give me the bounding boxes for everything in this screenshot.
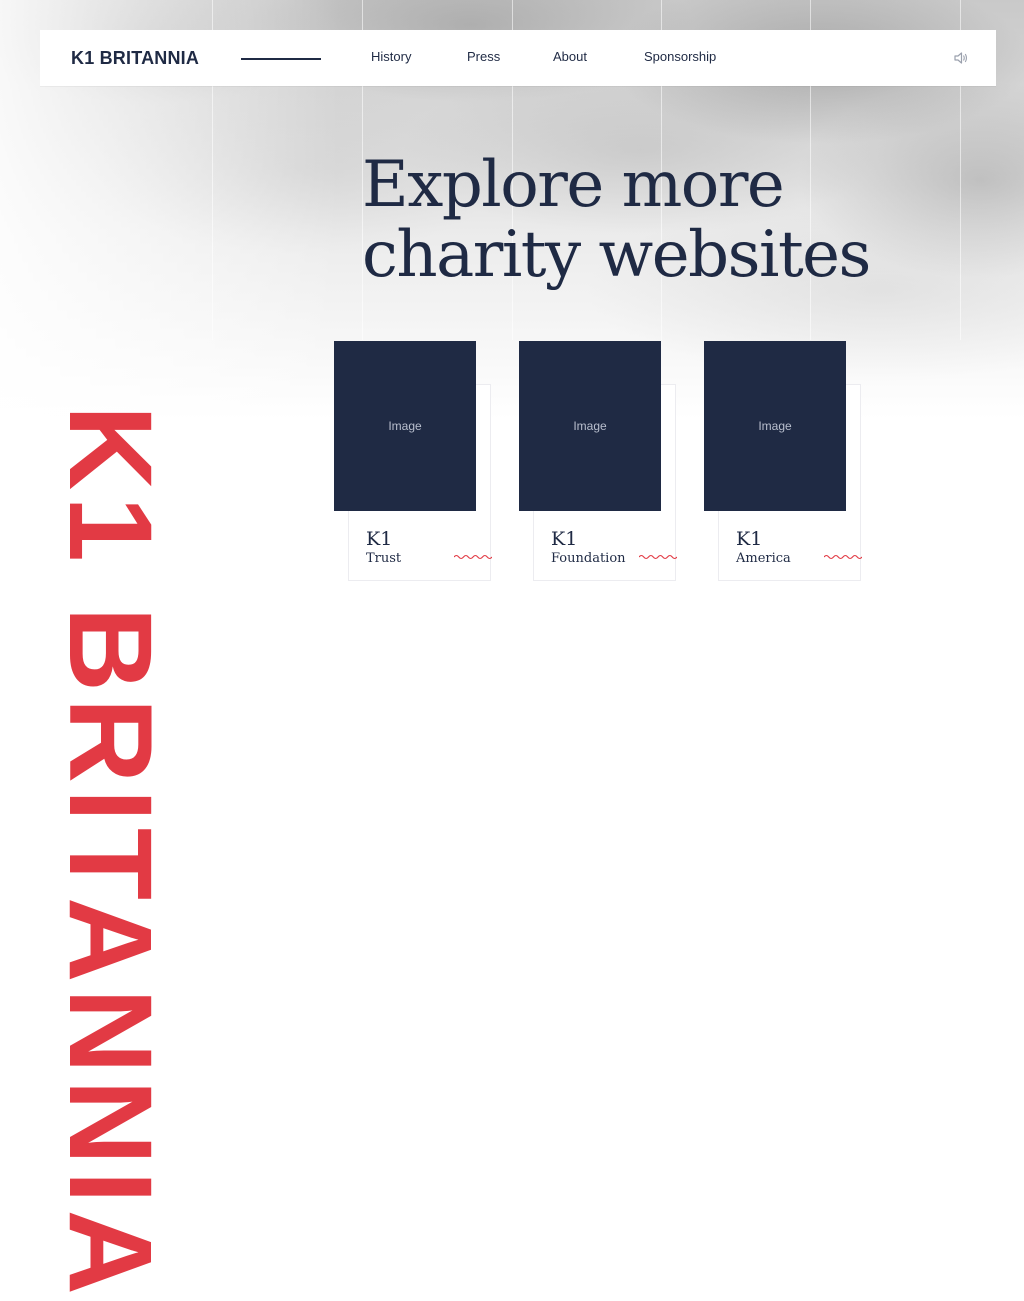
card-image-placeholder: Image <box>519 341 661 511</box>
nav-link-press[interactable]: Press <box>467 49 500 64</box>
card-image-placeholder: Image <box>704 341 846 511</box>
image-placeholder-label: Image <box>758 419 792 433</box>
speaker-icon[interactable] <box>953 50 969 66</box>
charity-card-trust[interactable]: Image K1 Trust <box>334 341 494 581</box>
brand-logo[interactable]: K1 BRITANNIA <box>71 48 199 69</box>
image-placeholder-label: Image <box>388 419 422 433</box>
card-subtitle: America <box>736 551 791 566</box>
wave-decoration-icon <box>824 554 862 560</box>
card-title: K1 <box>366 528 393 550</box>
wave-decoration-icon <box>454 554 492 560</box>
headline-line-2: charity websites <box>362 218 871 292</box>
nav-divider <box>241 58 321 60</box>
charity-card-foundation[interactable]: Image K1 Foundation <box>519 341 679 581</box>
nav-link-about[interactable]: About <box>553 49 587 64</box>
nav-link-sponsorship[interactable]: Sponsorship <box>644 49 716 64</box>
charity-card-america[interactable]: Image K1 America <box>704 341 864 581</box>
card-title: K1 <box>551 528 578 550</box>
card-subtitle: Trust <box>366 551 402 566</box>
card-image-placeholder: Image <box>334 341 476 511</box>
wave-decoration-icon <box>639 554 677 560</box>
vertical-brand-text: K1 BRITANNIA <box>44 405 176 1301</box>
headline-line-1: Explore more <box>362 148 785 222</box>
page-headline: Explore more charity websites <box>362 148 871 292</box>
top-navbar: K1 BRITANNIA History Press About Sponsor… <box>40 30 996 86</box>
card-subtitle: Foundation <box>551 551 626 566</box>
card-title: K1 <box>736 528 763 550</box>
image-placeholder-label: Image <box>573 419 607 433</box>
nav-link-history[interactable]: History <box>371 49 411 64</box>
